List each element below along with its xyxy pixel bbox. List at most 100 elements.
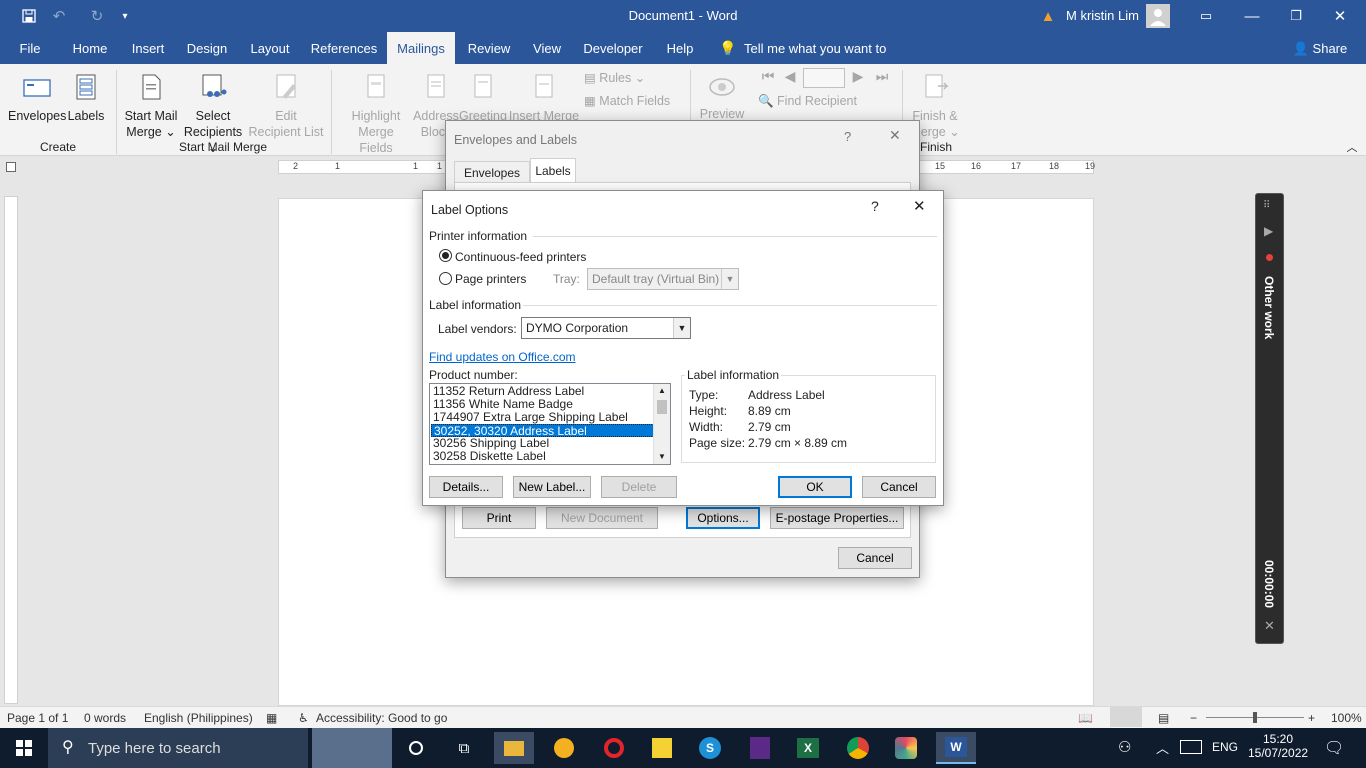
clock[interactable]: 15:20 15/07/2022 [1248, 732, 1308, 760]
tab-file[interactable]: File [10, 32, 50, 64]
ribbon-display-icon[interactable]: ▭ [1194, 0, 1218, 32]
user-name[interactable]: M kristin Lim [1066, 8, 1139, 23]
label-vendors-select[interactable]: DYMO Corporation ▼ [521, 317, 691, 339]
match-fields-button[interactable]: ▦ Match Fields [584, 93, 684, 109]
cancel-button[interactable]: Cancel [838, 547, 912, 569]
page-count[interactable]: Page 1 of 1 [7, 711, 68, 725]
print-button[interactable]: Print [462, 507, 536, 529]
vertical-ruler[interactable] [4, 196, 18, 704]
next-record-icon[interactable]: ▶ [850, 68, 866, 84]
insert-merge-field-button[interactable]: Insert Merge [508, 72, 580, 124]
network-person-icon[interactable]: ⚇ [1118, 738, 1131, 756]
tray-select[interactable]: Default tray (Virtual Bin) ▼ [587, 268, 739, 290]
tab-insert[interactable]: Insert [124, 32, 172, 64]
product-number-list[interactable]: 11352 Return Address Label 11356 White N… [429, 383, 671, 465]
vpn-app-icon[interactable] [544, 732, 584, 764]
continuous-feed-label[interactable]: Continuous-feed printers [455, 250, 586, 264]
cancel-button[interactable]: Cancel [862, 476, 936, 498]
tab-developer[interactable]: Developer [580, 32, 646, 64]
taskbar-search-box[interactable]: ⚲ Type here to search [48, 728, 308, 768]
task-view-icon[interactable]: ⧉ [444, 732, 484, 764]
labels-button[interactable]: Labels [66, 72, 106, 124]
play-icon[interactable]: ▶ [1264, 224, 1273, 238]
accessibility-status[interactable]: Accessibility: Good to go [316, 711, 447, 725]
word-taskbar-icon[interactable]: W [936, 732, 976, 764]
collapse-ribbon-icon[interactable]: ︿ [1344, 140, 1360, 156]
cortana-icon[interactable] [396, 732, 436, 764]
previous-record-icon[interactable]: ◀ [782, 68, 798, 84]
last-record-icon[interactable]: ⏭ [872, 68, 892, 84]
share-button[interactable]: 👤 Share [1290, 32, 1350, 64]
page-printers-radio[interactable] [439, 272, 452, 285]
tab-layout[interactable]: Layout [244, 32, 296, 64]
zoom-slider-thumb[interactable] [1253, 712, 1257, 723]
excel-icon[interactable]: X [788, 732, 828, 764]
first-record-icon[interactable]: ⏮ [758, 68, 778, 84]
tab-design[interactable]: Design [180, 32, 234, 64]
preview-results-button[interactable]: Preview [698, 72, 746, 122]
opera-icon[interactable] [594, 732, 634, 764]
scroll-down-icon[interactable]: ▼ [654, 450, 670, 464]
continuous-feed-radio[interactable] [439, 249, 452, 262]
close-icon[interactable]: ✕ [889, 127, 901, 144]
colorful-app-icon[interactable] [886, 732, 926, 764]
options-button[interactable]: Options... [686, 507, 760, 529]
ok-button[interactable]: OK [778, 476, 852, 498]
language-indicator[interactable]: English (Philippines) [144, 711, 253, 725]
search-highlight-image[interactable] [312, 728, 392, 768]
tab-references[interactable]: References [306, 32, 382, 64]
print-layout-icon[interactable] [1110, 707, 1142, 727]
scrollbar-thumb[interactable] [657, 400, 667, 414]
help-icon[interactable]: ? [844, 129, 851, 144]
web-layout-icon[interactable]: ▤ [1158, 711, 1169, 725]
start-mail-merge-button[interactable]: Start Mail Merge ⌄ [122, 72, 180, 140]
details-button[interactable]: Details... [429, 476, 503, 498]
pdf-app-icon[interactable] [740, 732, 780, 764]
edit-recipient-list-button[interactable]: Edit Recipient List [248, 72, 324, 140]
read-mode-icon[interactable]: 📖 [1078, 711, 1093, 725]
new-document-button[interactable]: New Document [546, 507, 658, 529]
scroll-up-icon[interactable]: ▲ [654, 384, 670, 398]
tab-view[interactable]: View [526, 32, 568, 64]
tab-review[interactable]: Review [462, 32, 516, 64]
minimize-icon[interactable]: — [1240, 0, 1264, 32]
help-icon[interactable]: ? [871, 198, 879, 214]
tab-labels[interactable]: Labels [530, 158, 576, 183]
skype-icon[interactable]: S [690, 732, 730, 764]
drag-handle-icon[interactable]: ⠿ [1263, 200, 1270, 211]
epostage-properties-button[interactable]: E-postage Properties... [770, 507, 904, 529]
close-window-icon[interactable]: ✕ [1328, 0, 1352, 32]
avatar[interactable] [1146, 4, 1170, 28]
page-printers-label[interactable]: Page printers [455, 272, 526, 286]
tab-home[interactable]: Home [64, 32, 116, 64]
tab-envelopes[interactable]: Envelopes [454, 161, 530, 183]
tab-help[interactable]: Help [660, 32, 700, 64]
warning-icon[interactable]: ▲ [1038, 0, 1058, 32]
find-recipient-button[interactable]: 🔍 Find Recipient [758, 93, 868, 109]
find-updates-link[interactable]: Find updates on Office.com [429, 350, 576, 364]
list-item[interactable]: 30258 Diskette Label [431, 450, 654, 463]
envelopes-button[interactable]: Envelopes [8, 72, 66, 124]
zoom-level[interactable]: 100% [1331, 711, 1362, 725]
zoom-out-icon[interactable]: − [1190, 711, 1197, 725]
zoom-in-icon[interactable]: + [1308, 711, 1315, 725]
windows-start-icon[interactable] [4, 732, 44, 764]
chrome-icon[interactable] [838, 732, 878, 764]
tab-selector[interactable] [6, 162, 16, 172]
close-recorder-icon[interactable]: ✕ [1264, 618, 1275, 634]
close-icon[interactable]: ✕ [913, 197, 926, 215]
notifications-icon[interactable]: 🗨 [1324, 738, 1344, 758]
new-label-button[interactable]: New Label... [513, 476, 591, 498]
record-number-input[interactable] [803, 68, 845, 88]
highlight-merge-fields-button[interactable]: Highlight Merge Fields [340, 72, 412, 156]
list-scrollbar[interactable]: ▲ ▼ [653, 384, 670, 464]
input-language[interactable]: ENG [1212, 740, 1238, 754]
greeting-line-button[interactable]: Greeting [458, 72, 508, 124]
sticky-notes-icon[interactable] [642, 732, 682, 764]
maximize-icon[interactable]: ❐ [1284, 0, 1308, 32]
file-explorer-icon[interactable] [494, 732, 534, 764]
keyboard-icon[interactable] [1180, 740, 1202, 754]
word-count[interactable]: 0 words [84, 711, 126, 725]
tell-me-search[interactable]: Tell me what you want to do [744, 32, 904, 89]
list-item[interactable]: 1744907 Extra Large Shipping Label [431, 411, 654, 424]
